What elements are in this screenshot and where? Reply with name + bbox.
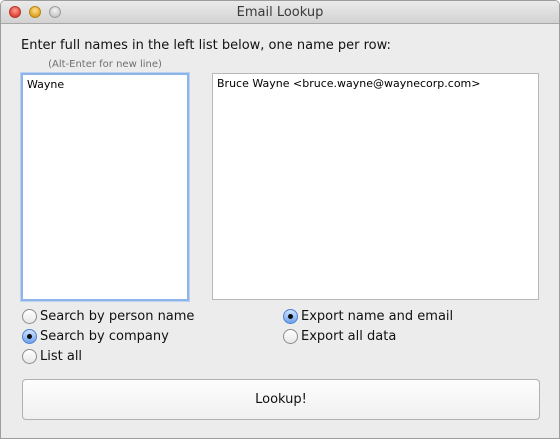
radio-label: Export all data xyxy=(301,329,397,344)
radio-label: Search by company xyxy=(40,329,169,344)
radio-circle-icon xyxy=(22,349,37,364)
radio-search-by-company[interactable]: Search by company xyxy=(22,329,169,344)
lookup-button[interactable]: Lookup! xyxy=(22,379,540,420)
new-line-hint: (Alt-Enter for new line) xyxy=(48,59,162,70)
results-list[interactable]: Bruce Wayne <bruce.wayne@waynecorp.com> xyxy=(212,73,539,300)
window-title: Email Lookup xyxy=(236,5,324,20)
radio-circle-icon xyxy=(283,329,298,344)
radio-export-name-and-email[interactable]: Export name and email xyxy=(283,309,453,324)
radio-circle-icon xyxy=(22,309,37,324)
radio-list-all[interactable]: List all xyxy=(22,349,82,364)
radio-label: Search by person name xyxy=(40,309,195,324)
radio-label: List all xyxy=(40,349,83,364)
result-item: Bruce Wayne <bruce.wayne@waynecorp.com> xyxy=(217,77,481,90)
instructions-label: Enter full names in the left list below,… xyxy=(21,38,391,53)
radio-selected-icon xyxy=(283,309,298,324)
radio-selected-icon xyxy=(22,329,37,344)
app-window: Email Lookup Enter full names in the lef… xyxy=(0,0,560,439)
radio-export-all-data[interactable]: Export all data xyxy=(283,329,396,344)
names-input-list[interactable]: Wayne xyxy=(21,73,189,301)
radio-label: Export name and email xyxy=(301,309,454,324)
names-input-text: Wayne xyxy=(27,78,65,91)
title-bar[interactable]: Email Lookup xyxy=(1,1,559,24)
radio-search-by-person-name[interactable]: Search by person name xyxy=(22,309,194,324)
